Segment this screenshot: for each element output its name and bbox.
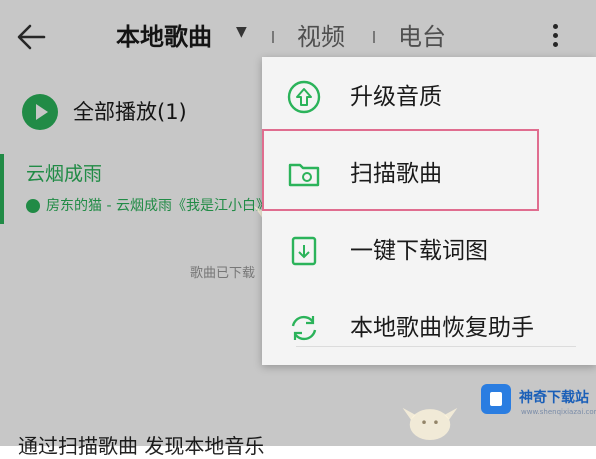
logo-domain: www.shenqixiazai.com	[521, 408, 596, 416]
menu-item-upgrade-quality[interactable]: 升级音质	[262, 62, 596, 132]
menu-item-label: 升级音质	[350, 84, 442, 110]
overflow-menu: 升级音质 扫描歌曲 一键下载词图 本地歌曲恢复助手	[262, 57, 596, 365]
menu-item-restore-helper[interactable]: 本地歌曲恢复助手	[262, 293, 596, 363]
logo-brand: 神奇下载站	[519, 390, 589, 406]
download-lyrics-icon	[291, 236, 317, 266]
upgrade-quality-icon	[287, 80, 321, 114]
site-logo: 神奇下载站 www.shenqixiazai.com	[481, 384, 596, 422]
menu-item-label: 一键下载词图	[350, 238, 488, 264]
logo-icon	[481, 384, 511, 414]
mascot-watermark-icon	[402, 407, 458, 441]
highlight-box	[262, 129, 539, 211]
restore-sync-icon	[291, 315, 317, 341]
menu-item-download-lyrics[interactable]: 一键下载词图	[262, 216, 596, 286]
menu-item-label: 本地歌曲恢复助手	[350, 315, 534, 341]
